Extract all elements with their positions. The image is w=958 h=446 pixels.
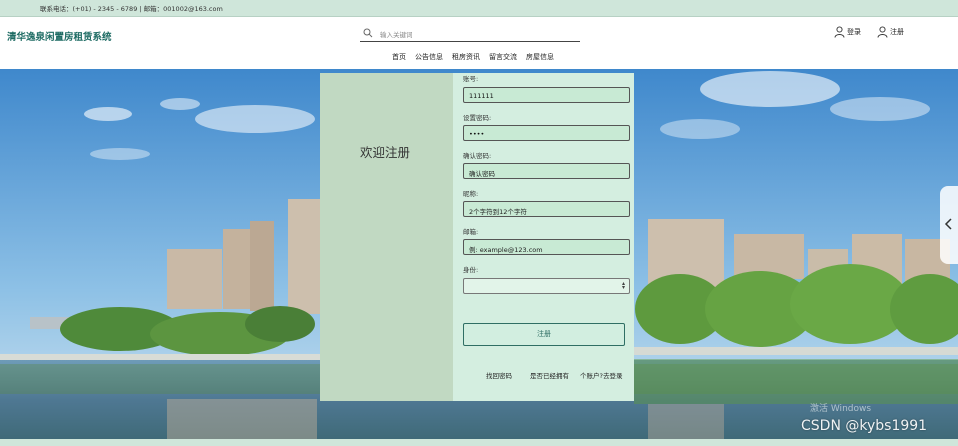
search-input[interactable]: 输入关键词 [360, 26, 580, 42]
nav-item-messages[interactable]: 留言交流 [489, 52, 517, 62]
email-label: 邮箱: [463, 228, 479, 236]
register-submit-button[interactable]: 注册 [463, 323, 625, 346]
role-label: 身份: [463, 266, 479, 274]
email-field[interactable]: 例: example@123.com [463, 239, 630, 255]
has-account-text: 是否已经拥有 [530, 372, 569, 380]
bottom-bar [0, 439, 958, 446]
nav-item-rental-news[interactable]: 租房资讯 [452, 52, 480, 62]
login-link[interactable]: 登录 [834, 25, 861, 39]
user-icon [834, 26, 845, 38]
register-link[interactable]: 注册 [877, 25, 904, 39]
role-select[interactable]: ▴ ▾ [463, 278, 630, 294]
register-label: 注册 [890, 28, 904, 36]
nav-item-houses[interactable]: 房屋信息 [526, 52, 554, 62]
nav-item-home[interactable]: 首页 [392, 52, 406, 62]
nav-item-announcements[interactable]: 公告信息 [415, 52, 443, 62]
confirm-password-field[interactable]: 确认密码 [463, 163, 630, 179]
nickname-label: 昵称: [463, 190, 479, 198]
search-icon [363, 28, 373, 38]
header: 清华逸泉闲置房租赁系统 输入关键词 登录 注册 首页 公告信息 租房资讯 留言交… [0, 17, 958, 69]
confirm-password-label: 确认密码: [463, 152, 492, 160]
main-nav: 首页 公告信息 租房资讯 留言交流 房屋信息 [392, 52, 554, 62]
contact-info: 联系电话：(+01) - 2345 - 6789 | 邮箱：001002@163… [40, 5, 223, 13]
site-title[interactable]: 清华逸泉闲置房租赁系统 [7, 29, 112, 43]
register-form: 账号: 111111 设置密码: •••• 确认密码: 确认密码 昵称: 2个字… [453, 73, 634, 401]
login-label: 登录 [847, 28, 861, 36]
go-login-link[interactable]: 个账户?去登录 [580, 370, 622, 380]
register-welcome-panel: 欢迎注册 [320, 73, 453, 401]
chevron-left-icon [944, 218, 952, 230]
user-icon [877, 26, 888, 38]
password-field[interactable]: •••• [463, 125, 630, 141]
search-placeholder: 输入关键词 [380, 31, 413, 39]
account-label: 账号: [463, 75, 479, 83]
account-field[interactable]: 111111 [463, 87, 630, 103]
register-welcome-title: 欢迎注册 [360, 145, 411, 160]
password-label: 设置密码: [463, 114, 492, 122]
side-collapse-tab[interactable] [940, 186, 958, 264]
forgot-password-link[interactable]: 找回密码 [486, 370, 512, 380]
csdn-watermark: CSDN @kybs1991 [801, 418, 928, 434]
select-caret-icon: ▴ ▾ [621, 280, 625, 291]
top-contact-bar: 联系电话：(+01) - 2345 - 6789 | 邮箱：001002@163… [0, 0, 958, 17]
windows-activation-watermark: 激活 Windows [810, 404, 872, 414]
nickname-field[interactable]: 2个字符到12个字符 [463, 201, 630, 217]
